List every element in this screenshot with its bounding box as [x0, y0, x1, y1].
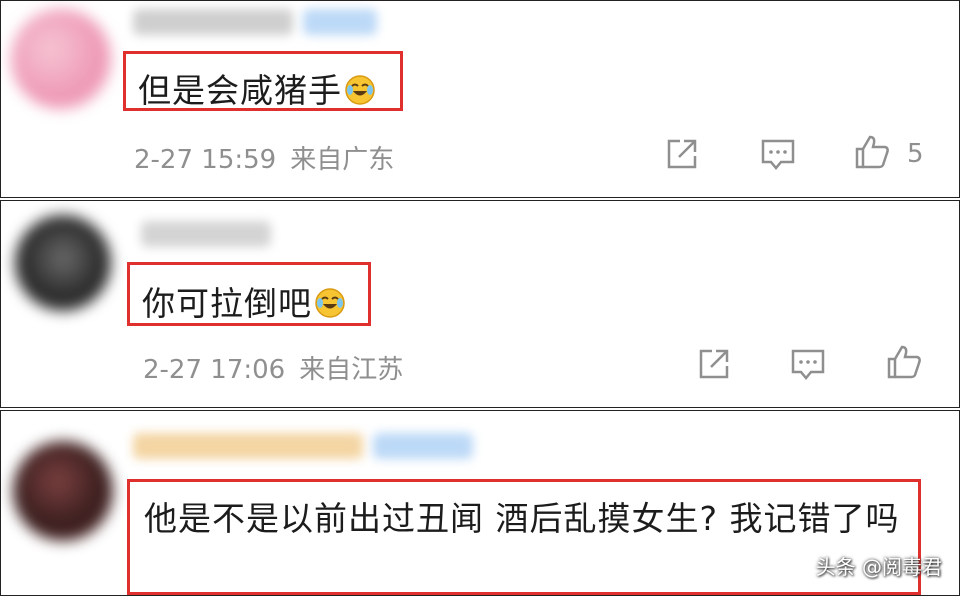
- comment-text: 你可拉倒吧: [142, 284, 312, 323]
- laughing-emoji-icon: [345, 75, 375, 105]
- watermark: 头条 @阅毒君: [815, 555, 942, 579]
- avatar[interactable]: [11, 9, 111, 109]
- username-blurred[interactable]: [133, 9, 293, 35]
- comment-date: 2-27 17:06: [143, 355, 286, 385]
- comment-text-highlight: 他是不是以前出过丑闻 酒后乱摸女生? 我记错了吗: [127, 479, 921, 595]
- reply-icon[interactable]: [789, 345, 827, 383]
- comment-location: 来自广东: [290, 145, 395, 175]
- comment-location: 来自江苏: [299, 355, 404, 385]
- username-blurred[interactable]: [133, 433, 363, 459]
- avatar[interactable]: [13, 441, 113, 541]
- comment-card-2: 你可拉倒吧 2-27 17:06 来自江苏: [0, 200, 960, 408]
- share-icon[interactable]: [663, 135, 701, 173]
- like-icon[interactable]: [853, 133, 891, 171]
- comment-text: 但是会咸猪手: [138, 71, 342, 110]
- comment-text-highlight: 但是会咸猪手: [123, 51, 403, 111]
- user-badge-blurred: [303, 9, 377, 35]
- like-count: 5: [907, 139, 924, 169]
- like-icon[interactable]: [885, 343, 923, 381]
- username-blurred[interactable]: [141, 221, 271, 247]
- comment-date: 2-27 15:59: [134, 145, 277, 175]
- comment-meta: 2-27 17:06 来自江苏: [143, 349, 417, 386]
- comment-card-1: 但是会咸猪手 2-27 15:59 来自广东 5: [0, 0, 960, 198]
- share-icon[interactable]: [695, 345, 733, 383]
- comment-text-highlight: 你可拉倒吧: [127, 262, 371, 326]
- avatar[interactable]: [15, 215, 111, 311]
- reply-icon[interactable]: [759, 135, 797, 173]
- user-badge-blurred: [373, 433, 473, 459]
- laughing-emoji-icon: [315, 288, 345, 318]
- comment-text: 他是不是以前出过丑闻 酒后乱摸女生? 我记错了吗: [144, 499, 900, 538]
- comment-meta: 2-27 15:59 来自广东: [134, 139, 408, 176]
